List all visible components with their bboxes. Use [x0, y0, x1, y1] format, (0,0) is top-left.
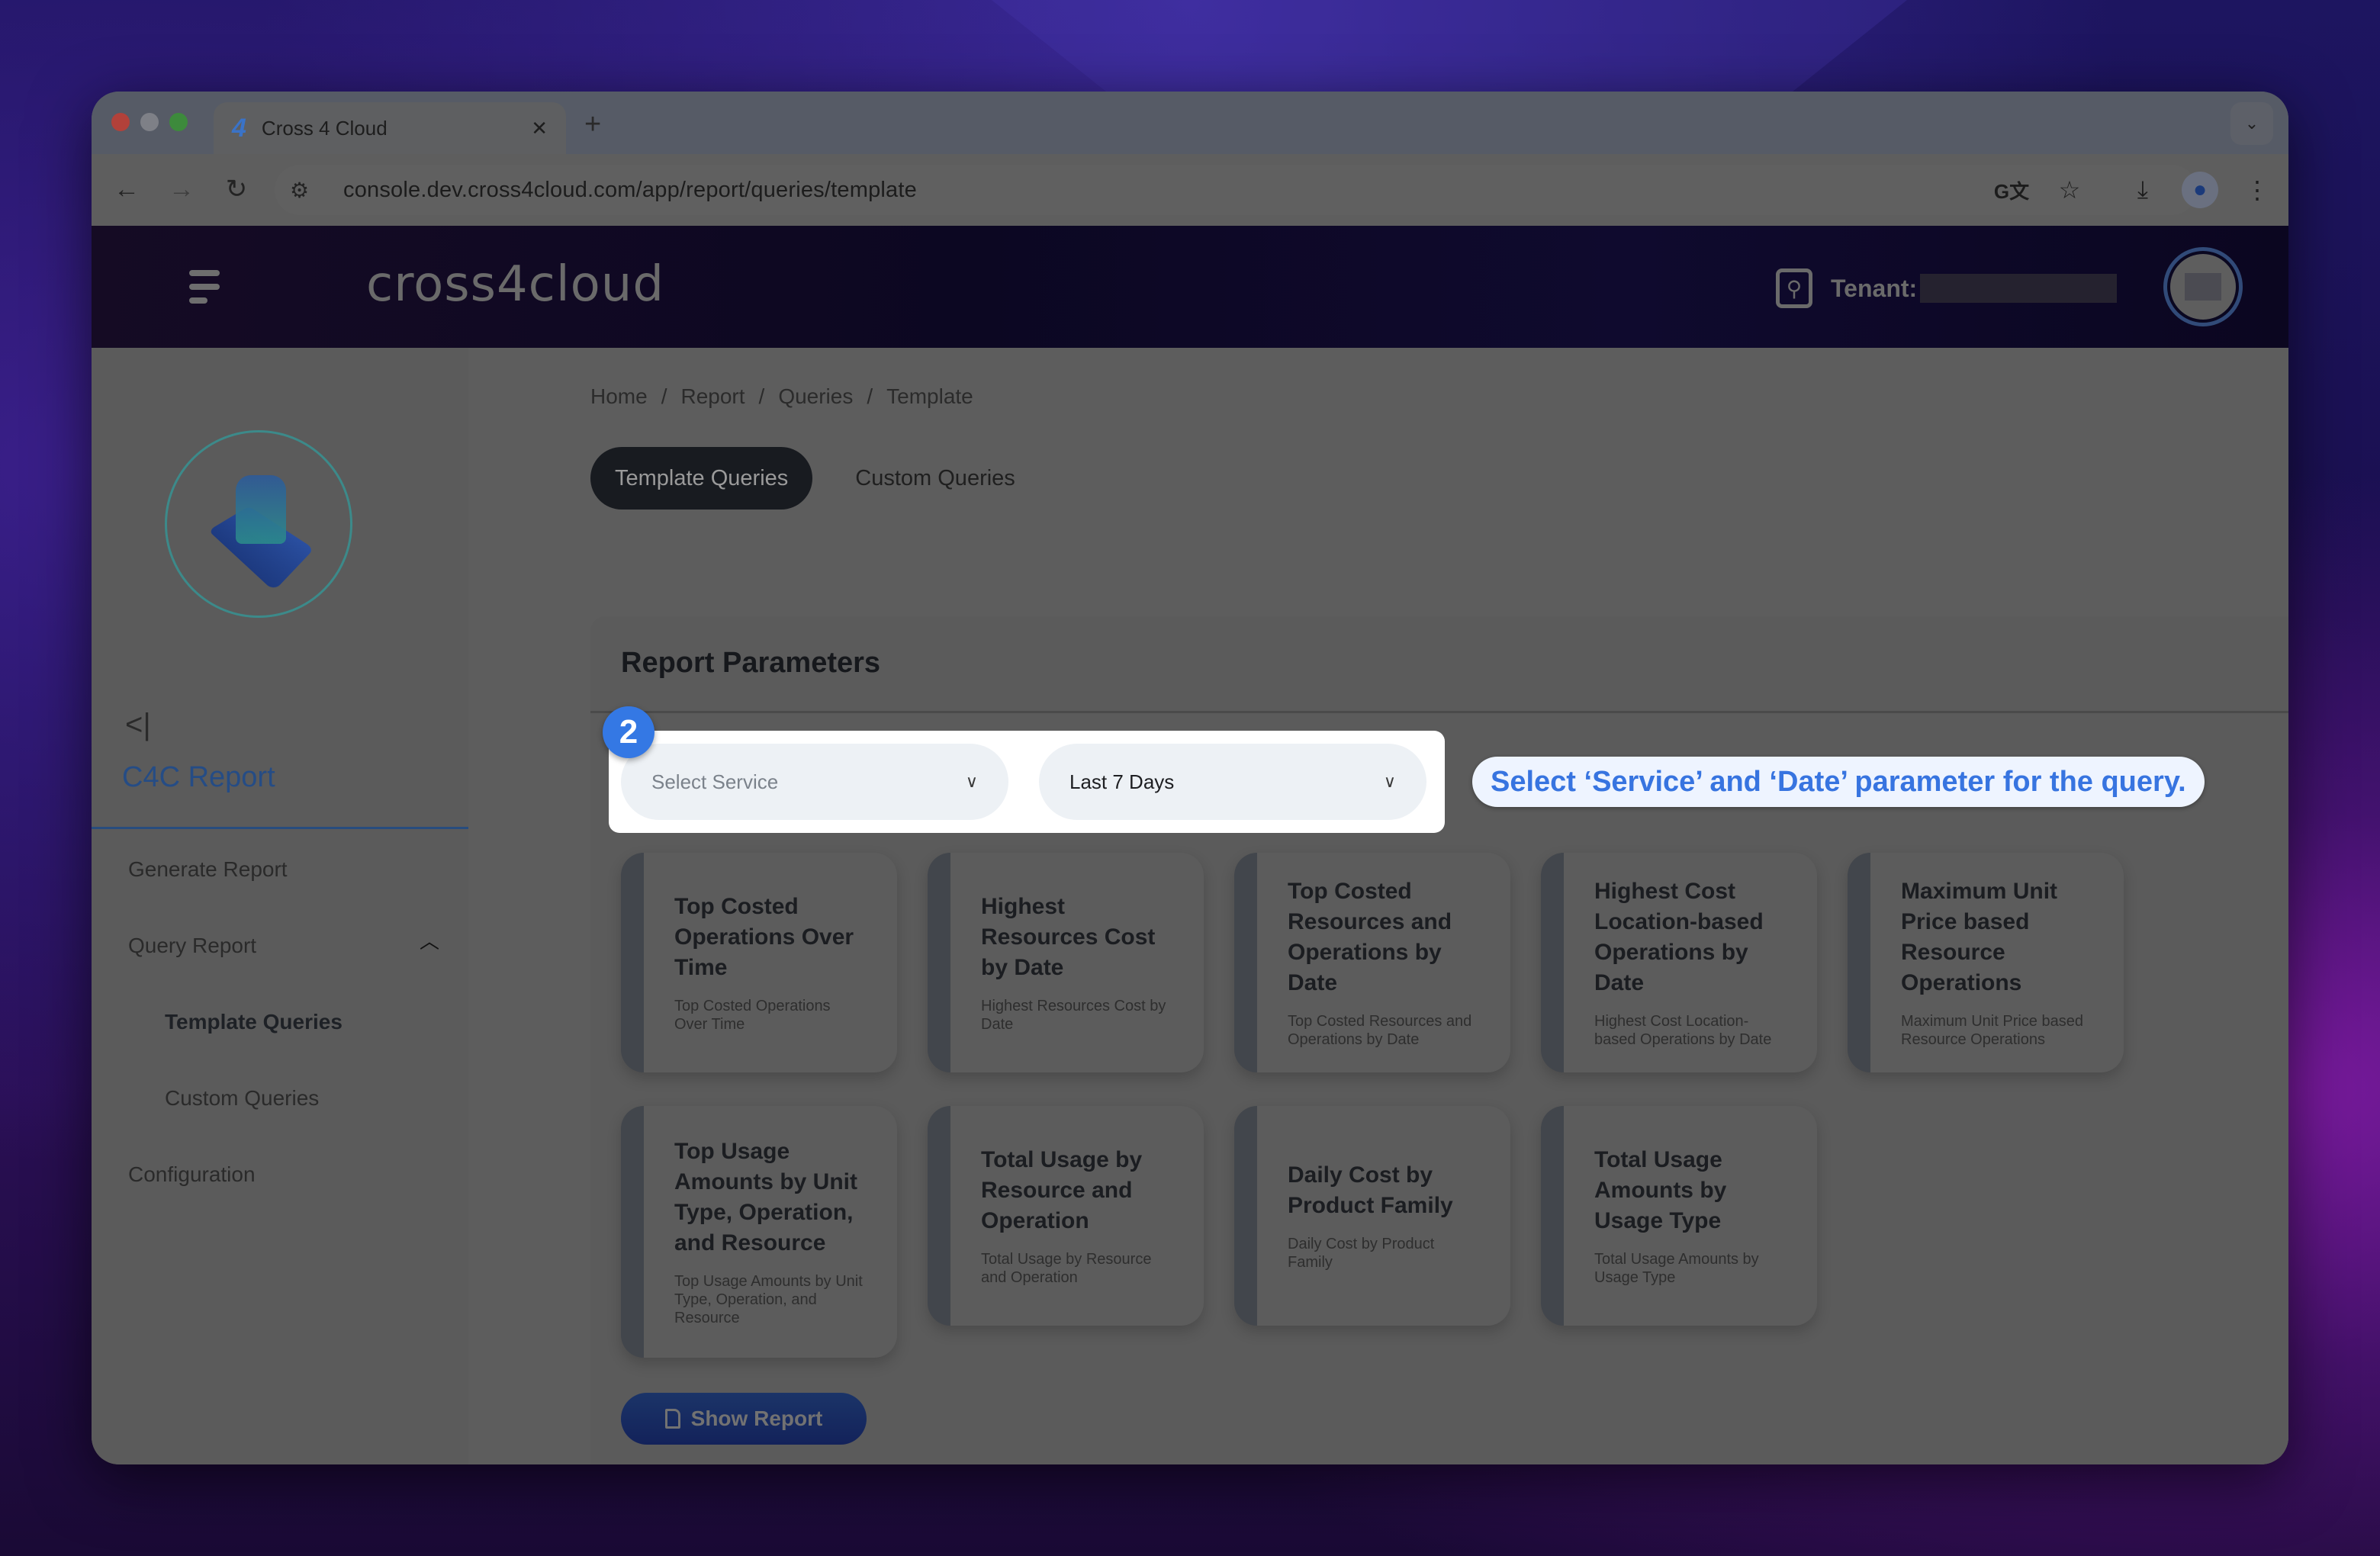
- report-illustration: [165, 430, 352, 618]
- chevron-down-icon: ∨: [965, 772, 978, 792]
- sidebar-item-query-report[interactable]: Query Report: [128, 934, 256, 958]
- avatar-image: [2185, 273, 2221, 301]
- card-title: Daily Cost by Product Family: [1288, 1162, 1453, 1218]
- card-title: Highest Resources Cost by Date: [981, 894, 1156, 980]
- card-description: Top Costed Operations Over Time: [674, 998, 831, 1033]
- card-title: Top Usage Amounts by Unit Type, Operatio…: [674, 1139, 857, 1255]
- download-icon[interactable]: ⤓: [2124, 171, 2162, 209]
- tenant-value-redacted: [1920, 274, 2118, 303]
- reload-icon[interactable]: ↻: [218, 171, 255, 207]
- card-description: Total Usage by Resource and Operation: [981, 1251, 1152, 1286]
- main-content: Home / Report / Queries / Template Templ…: [468, 348, 2288, 1464]
- breadcrumb-separator: /: [867, 384, 873, 408]
- address-bar[interactable]: ⚙ console.dev.cross4cloud.com/app/report…: [275, 165, 2197, 215]
- tab-custom-queries[interactable]: Custom Queries: [855, 447, 1015, 510]
- sidebar-item-template-queries[interactable]: Template Queries: [165, 1010, 343, 1034]
- bookmark-star-icon[interactable]: ☆: [2050, 171, 2089, 209]
- breadcrumb-separator: /: [758, 384, 765, 408]
- panel-title: Report Parameters: [621, 647, 881, 679]
- step-badge: 2: [603, 706, 654, 758]
- illustration-document: [236, 475, 286, 544]
- browser-window: 4 Cross 4 Cloud ✕ + ⌄ ← → ↻ ⚙ console.de…: [92, 92, 2288, 1464]
- query-tabs: Template Queries Custom Queries: [590, 447, 1015, 510]
- close-window-button[interactable]: [111, 113, 130, 131]
- forward-arrow-icon[interactable]: →: [163, 171, 200, 207]
- card-description: Top Usage Amounts by Unit Type, Operatio…: [674, 1273, 863, 1326]
- card-title: Top Costed Resources and Operations by D…: [1288, 879, 1452, 995]
- show-report-button[interactable]: Show Report: [621, 1393, 867, 1445]
- query-card[interactable]: Daily Cost by Product Family Daily Cost …: [1234, 1106, 1510, 1326]
- sidebar-divider: [92, 827, 468, 829]
- app-logo: cross4cloud: [366, 256, 664, 313]
- tab-title: Cross 4 Cloud: [261, 116, 388, 140]
- query-card[interactable]: Top Costed Operations Over Time Top Cost…: [621, 853, 897, 1072]
- date-range-value: Last 7 Days: [1069, 770, 1175, 793]
- card-title: Total Usage by Resource and Operation: [981, 1147, 1143, 1233]
- tutorial-callout: Select ‘Service’ and ‘Date’ parameter fo…: [1472, 757, 2205, 807]
- card-description: Maximum Unit Price based Resource Operat…: [1901, 1013, 2083, 1048]
- sidebar-item-custom-queries[interactable]: Custom Queries: [165, 1086, 319, 1111]
- back-arrow-icon[interactable]: ←: [108, 171, 145, 207]
- hamburger-menu-icon[interactable]: [189, 270, 220, 311]
- tab-search-dropdown-icon[interactable]: ⌄: [2230, 102, 2273, 145]
- card-description: Highest Cost Location-based Operations b…: [1594, 1013, 1772, 1048]
- show-report-label: Show Report: [690, 1407, 823, 1430]
- parameters-highlight: 2 Select Service ∨ Last 7 Days ∨: [603, 706, 1445, 833]
- app-header: cross4cloud ⚲ Tenant:: [92, 226, 2288, 348]
- query-card[interactable]: Top Costed Resources and Operations by D…: [1234, 853, 1510, 1072]
- sidebar-section-title: C4C Report: [122, 761, 275, 793]
- card-title: Top Costed Operations Over Time: [674, 894, 854, 980]
- url-text: console.dev.cross4cloud.com/app/report/q…: [343, 177, 917, 202]
- minimize-window-button[interactable]: [140, 113, 159, 131]
- service-select-placeholder: Select Service: [651, 770, 779, 793]
- sidebar: <| C4C Report Generate Report Query Repo…: [92, 348, 468, 1464]
- chevron-down-icon: ∨: [1383, 772, 1396, 792]
- collapse-sidebar-icon[interactable]: <|: [125, 708, 151, 742]
- breadcrumb: Home / Report / Queries / Template: [590, 384, 973, 409]
- close-tab-icon[interactable]: ✕: [531, 117, 548, 140]
- card-description: Top Costed Resources and Operations by D…: [1288, 1013, 1472, 1048]
- query-card[interactable]: Highest Cost Location-based Operations b…: [1541, 853, 1817, 1072]
- date-range-select[interactable]: Last 7 Days ∨: [1039, 744, 1426, 820]
- tab-template-queries[interactable]: Template Queries: [590, 447, 813, 510]
- new-tab-button[interactable]: +: [584, 108, 601, 141]
- query-card[interactable]: Maximum Unit Price based Resource Operat…: [1848, 853, 2124, 1072]
- window-controls: [111, 113, 188, 131]
- browser-tab[interactable]: 4 Cross 4 Cloud ✕: [214, 102, 566, 154]
- tenant-selector[interactable]: ⚲ Tenant:: [1776, 268, 2118, 308]
- card-description: Daily Cost by Product Family: [1288, 1236, 1435, 1271]
- user-avatar[interactable]: [2163, 247, 2243, 326]
- report-parameters-panel: Report Parameters 2 Select Service ∨ Las…: [590, 616, 2288, 1464]
- translate-icon[interactable]: G文: [1992, 171, 2031, 209]
- breadcrumb-home[interactable]: Home: [590, 384, 648, 409]
- card-title: Total Usage Amounts by Usage Type: [1594, 1147, 1727, 1233]
- more-menu-icon[interactable]: ⋮: [2238, 171, 2276, 209]
- card-description: Highest Resources Cost by Date: [981, 998, 1166, 1033]
- favicon-icon: 4: [232, 113, 246, 143]
- sidebar-item-configuration[interactable]: Configuration: [128, 1162, 256, 1187]
- sidebar-item-generate-report[interactable]: Generate Report: [128, 857, 288, 882]
- browser-toolbar: ← → ↻ ⚙ console.dev.cross4cloud.com/app/…: [92, 154, 2288, 226]
- maximize-window-button[interactable]: [169, 113, 188, 131]
- breadcrumb-separator: /: [661, 384, 667, 408]
- tenant-label: Tenant:: [1831, 274, 1918, 302]
- site-settings-icon[interactable]: ⚙: [290, 178, 326, 203]
- query-card[interactable]: Highest Resources Cost by Date Highest R…: [928, 853, 1204, 1072]
- card-title: Highest Cost Location-based Operations b…: [1594, 879, 1764, 995]
- breadcrumb-template: Template: [886, 384, 973, 408]
- query-card[interactable]: Total Usage Amounts by Usage Type Total …: [1541, 1106, 1817, 1326]
- query-card[interactable]: Top Usage Amounts by Unit Type, Operatio…: [621, 1106, 897, 1358]
- panel-divider: [590, 711, 2288, 713]
- chevron-up-icon[interactable]: ︿: [420, 926, 439, 954]
- tab-strip: 4 Cross 4 Cloud ✕ + ⌄: [92, 92, 2288, 154]
- document-icon: [664, 1409, 680, 1429]
- breadcrumb-report[interactable]: Report: [680, 384, 745, 409]
- service-select[interactable]: Select Service ∨: [621, 744, 1008, 820]
- profile-avatar-icon[interactable]: ●: [2182, 172, 2218, 208]
- card-description: Total Usage Amounts by Usage Type: [1594, 1251, 1759, 1286]
- query-card[interactable]: Total Usage by Resource and Operation To…: [928, 1106, 1204, 1326]
- card-title: Maximum Unit Price based Resource Operat…: [1901, 879, 2058, 995]
- breadcrumb-queries[interactable]: Queries: [778, 384, 853, 409]
- user-frame-icon: ⚲: [1776, 268, 1812, 308]
